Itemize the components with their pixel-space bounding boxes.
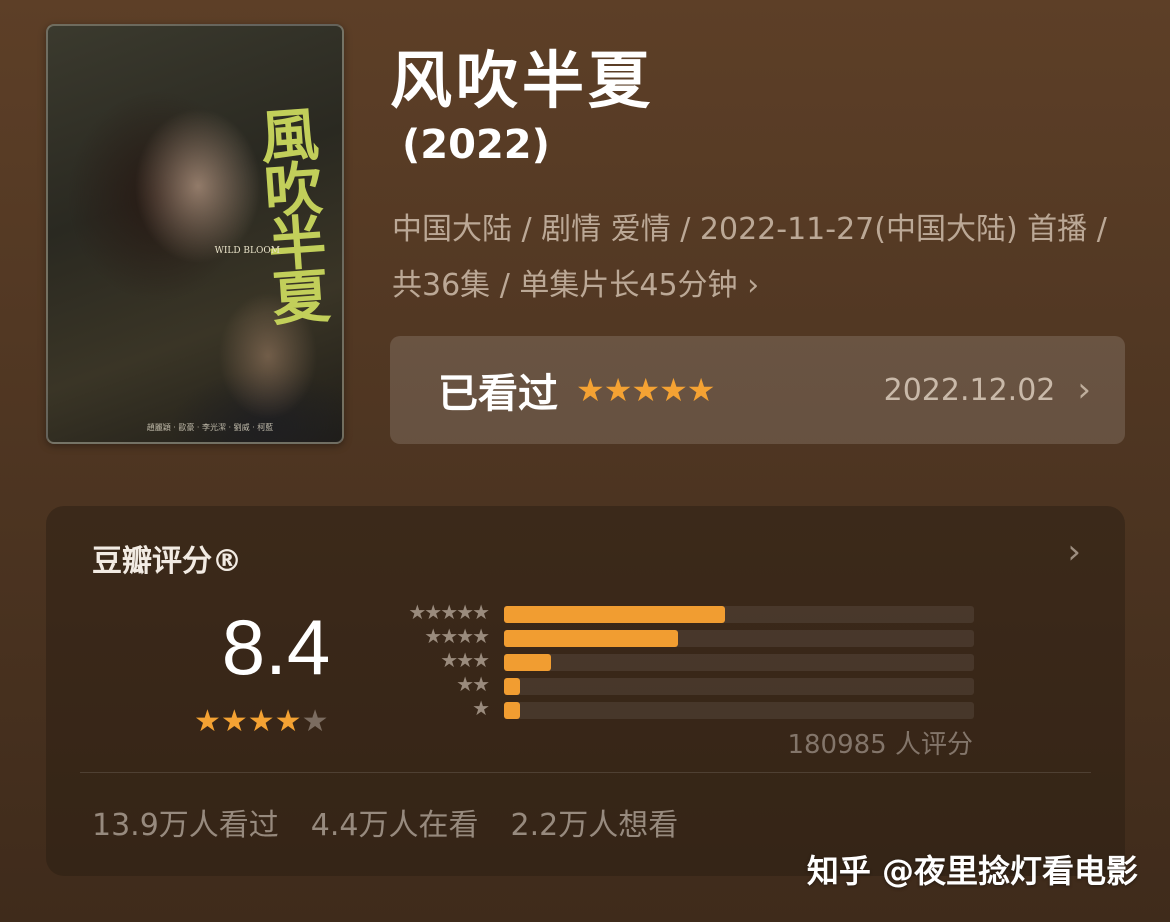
distribution-track <box>504 606 974 623</box>
star-level-icons: ★★ <box>456 672 490 696</box>
star-empty-icon: ★ <box>301 704 329 739</box>
distribution-bar <box>504 702 521 719</box>
distribution-bar <box>504 606 725 623</box>
stat-watching: 4.4万人在看 <box>310 808 479 843</box>
star-filled-icons: ★★★★ <box>194 704 302 739</box>
poster-credits: 趙麗穎 · 歐豪 · 李光潔 · 劉威 · 柯藍 <box>146 423 274 432</box>
rating-stars: ★★★★★ <box>194 704 328 739</box>
distribution-row: ★★ <box>384 672 984 698</box>
star-level-icons: ★★★ <box>440 648 490 672</box>
movie-detail-page: 風吹半夏 WILD BLOOM 趙麗穎 · 歐豪 · 李光潔 · 劉威 · 柯藍… <box>0 0 1170 922</box>
movie-poster[interactable]: 風吹半夏 WILD BLOOM 趙麗穎 · 歐豪 · 李光潔 · 劉威 · 柯藍 <box>46 24 344 444</box>
douban-rating-card[interactable]: 豆瓣评分® › 8.4 ★★★★★ ★★★★★ ★★★★ ★★★ ★★ ★ 18… <box>46 506 1125 876</box>
star-level-icons: ★★★★ <box>424 624 490 648</box>
movie-meta-info[interactable]: 中国大陆 / 剧情 爱情 / 2022-11-27(中国大陆) 首播 / 共36… <box>392 202 1122 314</box>
rating-score: 8.4 <box>221 603 331 691</box>
chevron-right-icon[interactable]: › <box>1067 532 1081 572</box>
poster-calligraphy-title: 風吹半夏 <box>248 103 332 324</box>
rating-card-title: 豆瓣评分® <box>92 544 242 579</box>
stat-wish: 2.2万人想看 <box>510 808 679 843</box>
watermark: 知乎 @夜里捻灯看电影 <box>806 852 1138 890</box>
distribution-bar <box>504 678 521 695</box>
watched-status-bar[interactable]: 已看过 ★★★★★ 2022.12.02 › <box>390 336 1125 444</box>
user-rating-stars: ★★★★★ <box>576 371 715 409</box>
distribution-row: ★ <box>384 696 984 722</box>
distribution-bar <box>504 630 678 647</box>
distribution-track <box>504 678 974 695</box>
rater-count: 180985 人评分 <box>787 730 973 760</box>
stat-watched: 13.9万人看过 <box>92 808 279 843</box>
distribution-row: ★★★★ <box>384 624 984 650</box>
distribution-track <box>504 630 974 647</box>
viewing-stats: 13.9万人看过 4.4万人在看 2.2万人想看 <box>92 800 678 844</box>
star-level-icons: ★★★★★ <box>408 600 490 624</box>
distribution-row: ★★★ <box>384 648 984 674</box>
distribution-track <box>504 654 974 671</box>
divider <box>80 772 1091 773</box>
watched-label: 已看过 <box>438 371 558 417</box>
chevron-right-icon: › <box>1077 370 1091 410</box>
star-level-icons: ★ <box>472 696 490 720</box>
chevron-right-icon: › <box>747 268 760 303</box>
poster-english-title: WILD BLOOM <box>214 246 280 256</box>
distribution-bar <box>504 654 551 671</box>
distribution-track <box>504 702 974 719</box>
distribution-row: ★★★★★ <box>384 600 984 626</box>
rating-distribution: ★★★★★ ★★★★ ★★★ ★★ ★ <box>384 600 984 722</box>
movie-title: 风吹半夏 <box>390 44 655 117</box>
movie-year: (2022) <box>402 122 550 168</box>
watched-date: 2022.12.02 <box>883 372 1056 408</box>
